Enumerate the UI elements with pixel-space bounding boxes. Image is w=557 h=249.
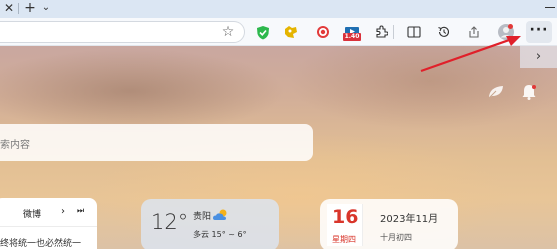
annotation-arrow xyxy=(420,36,521,73)
